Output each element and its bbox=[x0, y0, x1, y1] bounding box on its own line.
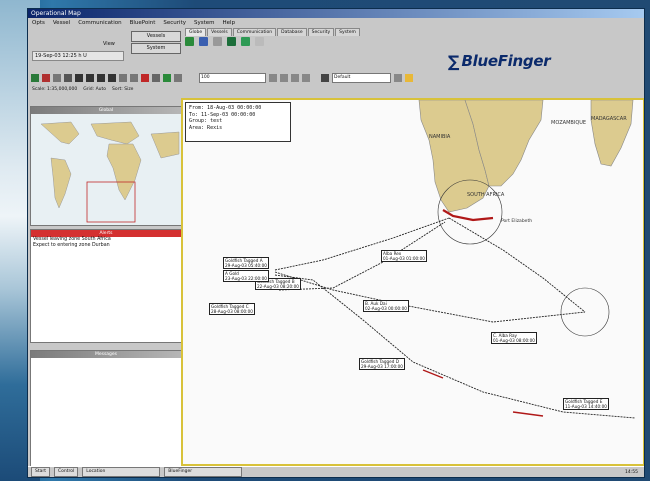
menu-bluepoint[interactable]: BluePoint bbox=[130, 19, 156, 27]
globe-icon[interactable] bbox=[185, 37, 194, 46]
vessel-label[interactable]: Goldfish Tagged D 29-Aug-03 17:00:00 bbox=[359, 358, 405, 370]
grid-readout: Grid: Auto bbox=[83, 87, 107, 92]
layers-icon[interactable] bbox=[280, 74, 288, 82]
grid-icon[interactable] bbox=[213, 37, 222, 46]
menu-vessel[interactable]: Vessel bbox=[53, 19, 70, 27]
chart-icon[interactable] bbox=[174, 74, 182, 82]
vessel-label[interactable]: C. Alba Ray 01-Aug-03 08:00:00 bbox=[491, 332, 537, 344]
scale-input[interactable]: 100 bbox=[199, 73, 266, 83]
pan-right-icon[interactable] bbox=[86, 74, 94, 82]
pan-up-icon[interactable] bbox=[97, 74, 105, 82]
alerts-header: Alerts bbox=[31, 230, 181, 237]
view-panel-label: View bbox=[103, 41, 115, 47]
overview-header: Global bbox=[31, 107, 181, 114]
menu-help[interactable]: Help bbox=[223, 19, 236, 27]
top-toolbar-zone: View 19-Sep-03 12:25 h U Vessels System … bbox=[28, 27, 644, 71]
menu-communication[interactable]: Communication bbox=[78, 19, 121, 27]
sort-readout: Sort: Size bbox=[112, 87, 134, 92]
database-icon[interactable] bbox=[227, 37, 236, 46]
flag-green-icon[interactable] bbox=[163, 74, 171, 82]
dropdown-icon[interactable] bbox=[394, 74, 402, 82]
export-icon[interactable] bbox=[302, 74, 310, 82]
tab-vessels[interactable]: Vessels bbox=[207, 28, 232, 36]
application-window: Operational Map Opts Vessel Communicatio… bbox=[27, 8, 645, 478]
menu-system[interactable]: System bbox=[194, 19, 215, 27]
menu-bar: Opts Vessel Communication BluePoint Secu… bbox=[28, 19, 644, 27]
left-panel: Global Alerts Vessel leaving zone South … bbox=[30, 106, 182, 472]
window-title: Operational Map bbox=[31, 10, 81, 17]
line-icon[interactable] bbox=[42, 74, 50, 82]
tab-globe[interactable]: Globe bbox=[185, 28, 207, 36]
tab-security[interactable]: Security bbox=[307, 28, 335, 36]
taskbar: Start Control Location BlueFinger 14:55 bbox=[28, 466, 644, 477]
messages-panel: Messages bbox=[30, 350, 182, 472]
target-icon[interactable] bbox=[141, 74, 149, 82]
question-icon[interactable] bbox=[405, 74, 413, 82]
print2-icon[interactable] bbox=[291, 74, 299, 82]
label-madagascar: MADAGASCAR bbox=[591, 116, 627, 122]
vessel-label[interactable]: B. Auk Dai 02-Aug-03 00:00:00 bbox=[363, 300, 409, 312]
map-status-line: Scale: 1:35,000,000 Grid: Auto Sort: Siz… bbox=[28, 85, 644, 94]
function-icons bbox=[185, 37, 264, 46]
flag-icon[interactable] bbox=[241, 37, 250, 46]
label-namibia: NAMIBIA bbox=[429, 134, 451, 140]
table-icon[interactable] bbox=[199, 37, 208, 46]
print-icon[interactable] bbox=[152, 74, 160, 82]
taskbar-item[interactable]: BlueFinger bbox=[164, 467, 243, 477]
pan-left-icon[interactable] bbox=[75, 74, 83, 82]
scale-readout: Scale: 1:35,000,000 bbox=[32, 87, 78, 92]
lock-icon[interactable] bbox=[255, 37, 264, 46]
query-info-box: From: 18-Aug-03 00:00:00 To: 11-Sep-03 0… bbox=[185, 102, 291, 142]
vessel-label[interactable]: Goldfish Tagged E 11-Aug-03 14:40:00 bbox=[563, 398, 609, 410]
tab-database[interactable]: Database bbox=[277, 28, 307, 36]
window-title-bar[interactable]: Operational Map bbox=[28, 9, 644, 18]
label-south-africa: SOUTH AFRICA bbox=[467, 192, 505, 198]
zoom-combo[interactable]: Default bbox=[332, 73, 391, 83]
pan-down-icon[interactable] bbox=[108, 74, 116, 82]
info-area: Area: Rexis bbox=[189, 124, 223, 131]
zoom-in-icon[interactable] bbox=[119, 74, 127, 82]
vessel-label[interactable]: Goldfish Tagged A 29-Aug-03 05:40:00 bbox=[223, 257, 269, 269]
taskbar-item[interactable]: Location bbox=[82, 467, 161, 477]
vessel-label[interactable]: A Gold 23-Aug-03 22:00:00 bbox=[223, 270, 269, 282]
vessels-button[interactable]: Vessels bbox=[131, 31, 181, 42]
vessel-label[interactable]: Alba Rex 01-Aug-03 01:00:00 bbox=[381, 250, 427, 262]
messages-header: Messages bbox=[31, 351, 181, 358]
label-mozambique: MOZAMBIQUE bbox=[551, 120, 586, 126]
circle-icon[interactable] bbox=[53, 74, 61, 82]
user-time-field[interactable]: 19-Sep-03 12:25 h U bbox=[32, 51, 124, 61]
start-button[interactable]: Start bbox=[31, 467, 50, 477]
taskbar-item[interactable]: Control bbox=[54, 467, 79, 477]
tab-communication[interactable]: Communication bbox=[232, 28, 277, 36]
tab-system[interactable]: System bbox=[335, 28, 360, 36]
clock: 14:55 bbox=[625, 469, 638, 475]
overview-map[interactable]: Global bbox=[30, 106, 182, 226]
user-icon[interactable] bbox=[31, 74, 39, 82]
main-map[interactable]: NAMIBIA SOUTH AFRICA MOZAMBIQUE MADAGASC… bbox=[181, 98, 644, 466]
label-port-elizabeth: Port Elizabeth bbox=[501, 218, 532, 224]
vessel-label[interactable]: Goldfish Tagged C 28-Aug-03 08:00:00 bbox=[209, 303, 255, 315]
overview-map-canvas bbox=[40, 121, 180, 223]
zoom-out-icon[interactable] bbox=[130, 74, 138, 82]
function-tabs: Globe Vessels Communication Database Sec… bbox=[185, 28, 361, 36]
alerts-panel: Alerts Vessel leaving zone South Africa … bbox=[30, 229, 182, 343]
alert-item[interactable]: Expect to entering zone Durban bbox=[31, 243, 181, 249]
logo-mark-icon: ∑ bbox=[448, 51, 460, 71]
box-icon[interactable] bbox=[64, 74, 72, 82]
grid-toggle-icon[interactable] bbox=[269, 74, 277, 82]
system-button[interactable]: System bbox=[131, 43, 181, 54]
map-toolbar: 100 Default bbox=[28, 71, 644, 85]
menu-security[interactable]: Security bbox=[163, 19, 186, 27]
menu-opts[interactable]: Opts bbox=[32, 19, 45, 27]
help-arrow-icon[interactable] bbox=[321, 74, 329, 82]
logo-text: BlueFinger bbox=[461, 52, 551, 70]
